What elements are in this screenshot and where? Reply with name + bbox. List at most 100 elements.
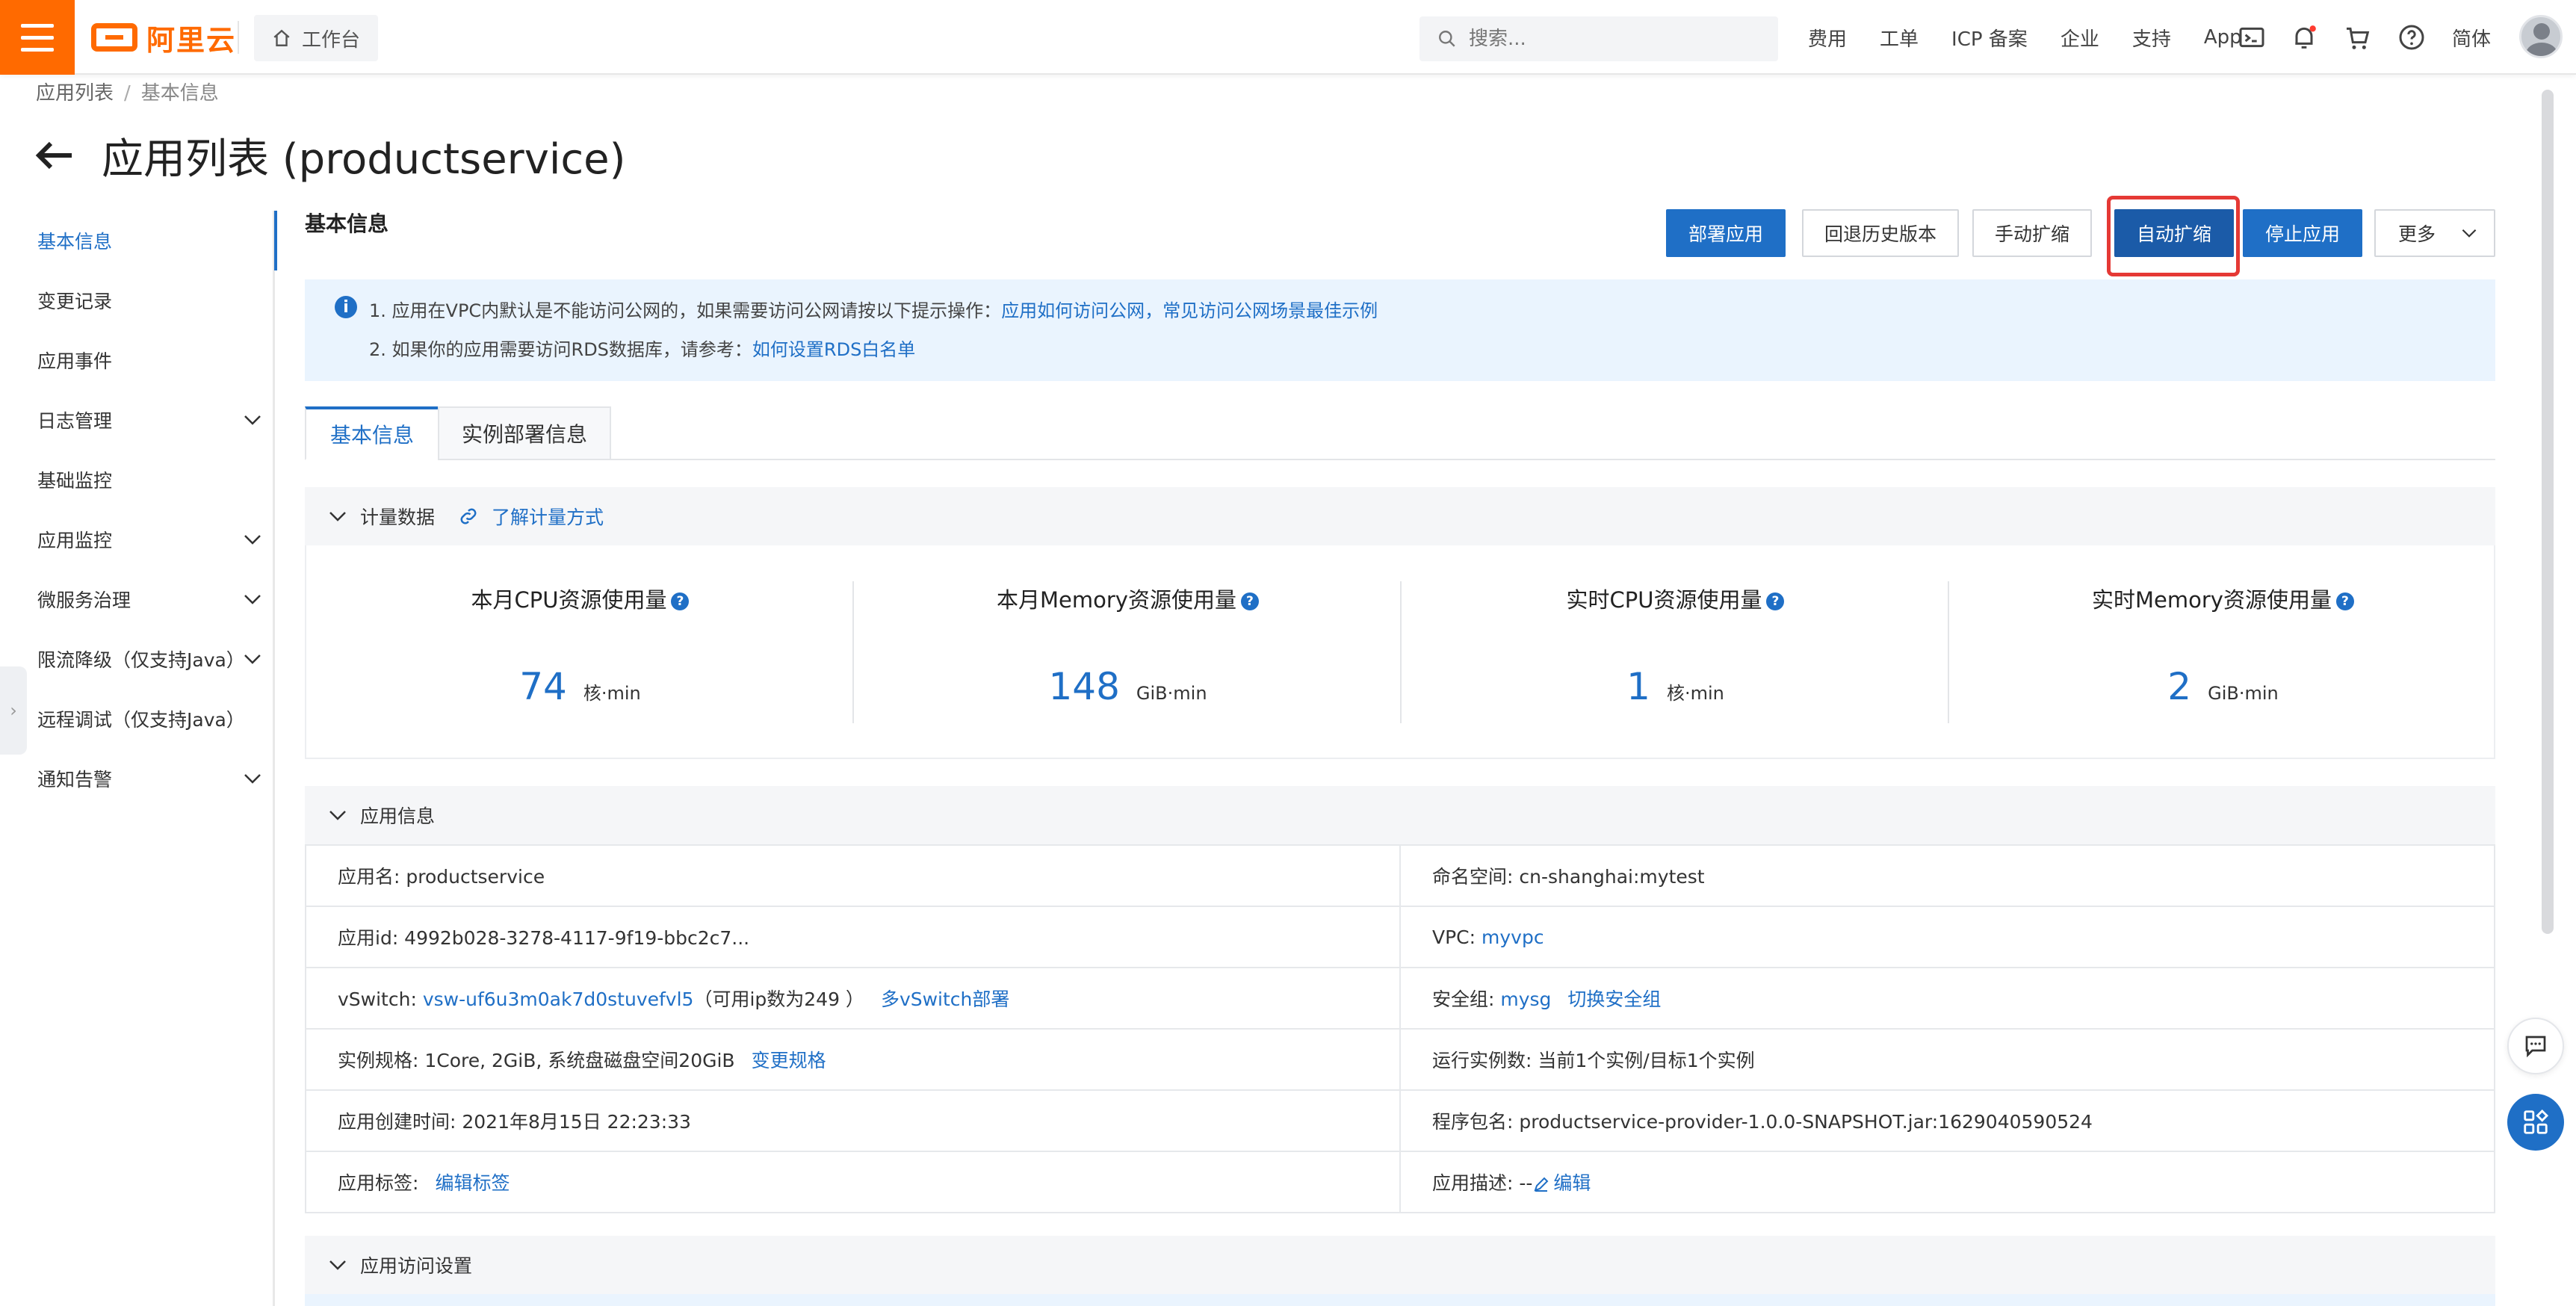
sidebar-item-label: 应用监控 — [37, 530, 113, 551]
sidebar-item-label: 限流降级（仅支持Java） — [37, 649, 245, 671]
help-icon[interactable]: ? — [2335, 592, 2354, 610]
metric-value: 1 — [1626, 665, 1650, 708]
bell-icon[interactable] — [2289, 22, 2319, 52]
user-avatar[interactable] — [2519, 15, 2563, 58]
tags-label: 应用标签: — [338, 1172, 419, 1194]
rollback-version-button[interactable]: 回退历史版本 — [1802, 209, 1959, 257]
page-title: 应用列表 (productservice) — [102, 134, 626, 184]
sidebar-item-basic-monitoring[interactable]: 基础监控 — [37, 450, 261, 510]
nav-ticket[interactable]: 工单 — [1880, 24, 1919, 52]
metric-unit: GiB·min — [1136, 683, 1207, 704]
vpc-link[interactable]: myvpc — [1481, 926, 1544, 948]
chevron-down-icon — [2462, 229, 2477, 238]
table-row: 应用id: 4992b028-3278-4117-9f19-bbc2c7... … — [305, 906, 2495, 968]
more-dropdown[interactable]: 更多 — [2374, 209, 2495, 257]
metering-link-label: 了解计量方式 — [492, 507, 604, 528]
highlight-box — [2107, 196, 2240, 276]
scrollbar[interactable] — [2542, 90, 2554, 934]
sidebar-item-label: 变更记录 — [37, 291, 113, 312]
cart-icon[interactable] — [2343, 22, 2373, 52]
chevron-down-icon — [244, 595, 261, 604]
search-box[interactable] — [1419, 16, 1778, 61]
sidebar-item-log-management[interactable]: 日志管理 — [37, 390, 261, 450]
sg-link[interactable]: mysg — [1500, 988, 1551, 1010]
metering-method-link[interactable]: 了解计量方式 — [457, 503, 604, 530]
sidebar-item-remote-debug[interactable]: 远程调试（仅支持Java） — [37, 689, 261, 749]
sidebar-item-change-records[interactable]: 变更记录 — [37, 270, 261, 330]
help-icon[interactable]: ? — [1766, 592, 1785, 610]
active-indicator — [274, 211, 277, 270]
metering-metrics: 本月CPU资源使用量? 74 核·min 本月Memory资源使用量? 148 Gi… — [305, 545, 2495, 759]
metric-value: 2 — [2167, 665, 2192, 708]
vpc-label: VPC: — [1432, 926, 1482, 948]
metering-panel-header[interactable]: 计量数据 了解计量方式 — [305, 487, 2495, 545]
access-settings-panel-header[interactable]: 应用访问设置 — [305, 1236, 2495, 1294]
chevron-down-icon — [244, 774, 261, 784]
sidebar-item-rate-limiting[interactable]: 限流降级（仅支持Java） — [37, 629, 261, 689]
feedback-button[interactable] — [2507, 1018, 2564, 1074]
nav-support[interactable]: 支持 — [2132, 24, 2171, 52]
metric-label: 实时Memory资源使用量 — [2092, 587, 2332, 613]
sidebar-item-label: 应用事件 — [37, 350, 113, 372]
breadcrumb-app-list[interactable]: 应用列表 — [36, 82, 114, 105]
apps-button[interactable] — [2507, 1094, 2564, 1151]
sidebar-toggle-handle[interactable]: › — [0, 666, 27, 755]
sidebar-item-alerts[interactable]: 通知告警 — [37, 749, 261, 808]
link-best-practice[interactable]: 常见访问公网场景最佳示例 — [1162, 300, 1378, 321]
app-id-cell: 应用id: 4992b028-3278-4117-9f19-bbc2c7... — [305, 906, 1401, 968]
help-icon[interactable]: ? — [671, 592, 690, 610]
chevron-down-icon — [329, 1260, 346, 1270]
sidebar-item-basic-info[interactable]: 基本信息 — [37, 211, 277, 270]
change-spec-link[interactable]: 变更规格 — [752, 1050, 826, 1071]
metric-label: 本月Memory资源使用量 — [997, 587, 1236, 613]
app-info-title: 应用信息 — [360, 805, 436, 827]
aliyun-logo[interactable]: 阿里云 — [91, 21, 236, 57]
metric-unit: GiB·min — [2208, 683, 2279, 704]
app-info-panel-header[interactable]: 应用信息 — [305, 786, 2495, 844]
link-rds-whitelist[interactable]: 如何设置RDS白名单 — [752, 339, 915, 360]
menu-icon[interactable] — [0, 0, 75, 75]
sidebar-item-label: 日志管理 — [37, 410, 113, 432]
metric-label: 实时CPU资源使用量 — [1566, 587, 1762, 613]
access-settings-title: 应用访问设置 — [360, 1255, 473, 1277]
tab-basic-info[interactable]: 基本信息 — [305, 406, 439, 460]
sidebar-item-label: 通知告警 — [37, 769, 113, 790]
help-icon[interactable] — [2397, 22, 2427, 52]
manual-scale-button[interactable]: 手动扩缩 — [1972, 209, 2092, 257]
deploy-app-button[interactable]: 部署应用 — [1666, 209, 1786, 257]
sidebar-item-label: 基本信息 — [37, 231, 113, 253]
sidebar-item-label: 基础监控 — [37, 470, 113, 492]
stop-app-button[interactable]: 停止应用 — [2243, 209, 2362, 257]
help-icon[interactable]: ? — [1240, 592, 1259, 610]
sidebar-item-app-monitoring[interactable]: 应用监控 — [37, 510, 261, 569]
multi-vswitch-link[interactable]: 多vSwitch部署 — [881, 988, 1009, 1010]
language-switch[interactable]: 简体 — [2452, 24, 2491, 52]
nav-icp[interactable]: ICP 备案 — [1951, 24, 2028, 52]
chevron-right-icon: › — [10, 700, 17, 721]
search-input[interactable] — [1469, 28, 1753, 50]
more-label: 更多 — [2398, 223, 2436, 245]
sidebar-item-microservice-governance[interactable]: 微服务治理 — [37, 569, 261, 629]
nav-billing[interactable]: 费用 — [1808, 24, 1847, 52]
notice-line-1: 1. 应用在VPC内默认是不能访问公网的，如果需要访问公网请按以下提示操作：应用… — [369, 296, 1378, 322]
edit-tags-link[interactable]: 编辑标签 — [435, 1172, 510, 1194]
edit-icon[interactable] — [1532, 1175, 1550, 1193]
top-nav-links: 费用 工单 ICP 备案 企业 支持 App — [1808, 21, 2275, 54]
info-icon: i — [335, 296, 357, 318]
link-public-access[interactable]: 应用如何访问公网 — [1001, 300, 1145, 321]
edit-description-link[interactable]: 编辑 — [1553, 1172, 1591, 1194]
nav-enterprise[interactable]: 企业 — [2061, 24, 2099, 52]
switch-sg-link[interactable]: 切换安全组 — [1567, 988, 1661, 1010]
home-icon — [273, 29, 290, 46]
tab-instance-deployment[interactable]: 实例部署信息 — [438, 406, 611, 460]
notice-banner: i 1. 应用在VPC内默认是不能访问公网的，如果需要访问公网请按以下提示操作：… — [305, 279, 2495, 381]
sg-label: 安全组: — [1432, 988, 1501, 1010]
vswitch-ip-count: （可用ip数为249 ） — [693, 988, 864, 1010]
back-arrow-icon[interactable] — [33, 139, 75, 172]
workbench-button[interactable]: 工作台 — [254, 15, 378, 61]
terminal-icon[interactable] — [2237, 22, 2267, 52]
sidebar-item-app-events[interactable]: 应用事件 — [37, 330, 261, 390]
vswitch-link[interactable]: vsw-uf6u3m0ak7d0stuvefvl5 — [423, 988, 694, 1010]
table-row: vSwitch: vsw-uf6u3m0ak7d0stuvefvl5（可用ip数… — [305, 967, 2495, 1030]
breadcrumb-current: 基本信息 — [140, 82, 219, 105]
